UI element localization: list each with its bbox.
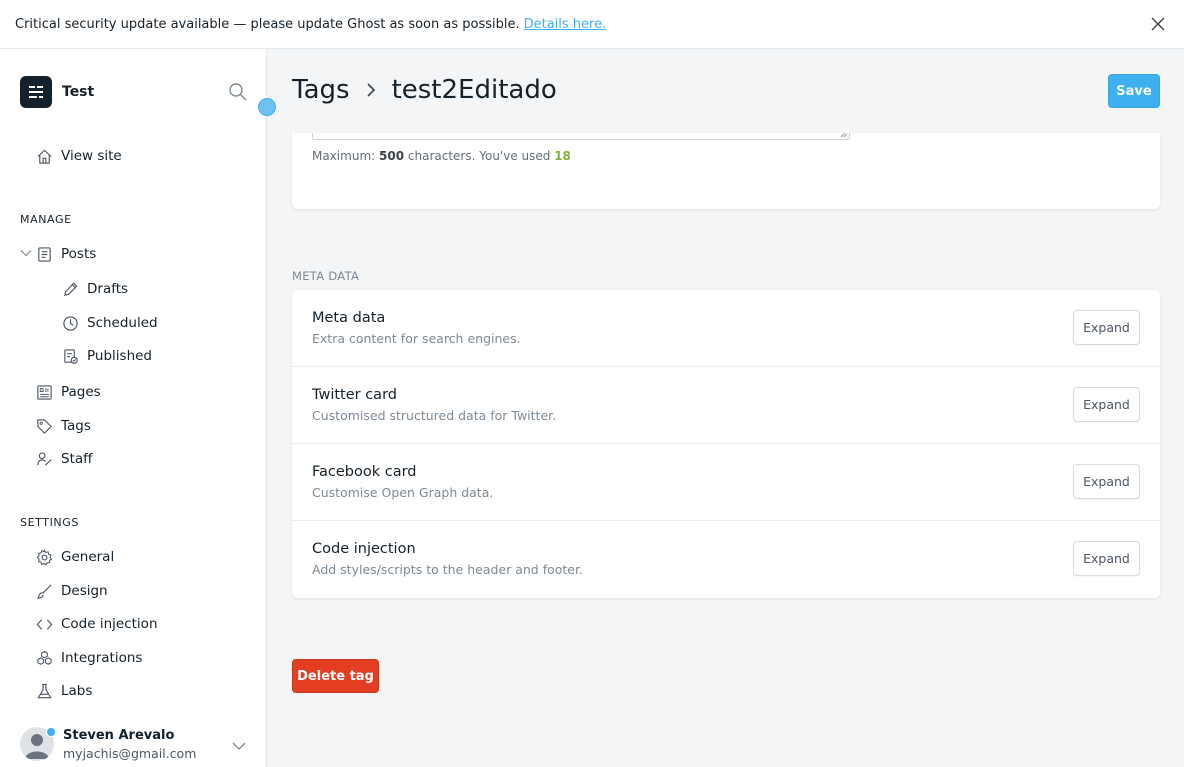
sidebar-item-general[interactable]: General xyxy=(35,548,114,566)
brand[interactable]: Test xyxy=(20,76,94,108)
expand-button[interactable]: Expand xyxy=(1073,310,1140,345)
tag-icon xyxy=(35,417,53,435)
char-used-prefix: characters. You've used xyxy=(407,149,551,163)
sidebar-item-posts[interactable]: Posts xyxy=(35,245,96,263)
sidebar-item-pages[interactable]: Pages xyxy=(35,383,101,401)
sidebar-item-label: View site xyxy=(61,148,122,164)
pencil-icon xyxy=(61,280,79,298)
row-title: Code injection xyxy=(312,541,416,557)
page-header: Tags test2Editado Save xyxy=(268,49,1184,133)
row-title: Facebook card xyxy=(312,464,417,480)
banner-message: Critical security update available — ple… xyxy=(15,16,520,32)
row-description: Customised structured data for Twitter. xyxy=(312,408,557,423)
site-name: Test xyxy=(62,84,95,100)
row-description: Extra content for search engines. xyxy=(312,331,521,346)
sidebar-item-tags[interactable]: Tags xyxy=(35,417,91,435)
meta-row-facebook-card: Facebook card Customise Open Graph data.… xyxy=(292,444,1160,521)
search-icon[interactable] xyxy=(228,82,248,102)
expand-button[interactable]: Expand xyxy=(1073,541,1140,576)
meta-row-twitter-card: Twitter card Customised structured data … xyxy=(292,367,1160,444)
sidebar-item-label: Drafts xyxy=(87,281,129,297)
sidebar-resize-handle[interactable] xyxy=(258,98,276,116)
user-email: myjachis@gmail.com xyxy=(63,745,197,761)
meta-section-label: META DATA xyxy=(292,269,360,283)
page-title: test2Editado xyxy=(391,75,557,105)
sidebar-item-published[interactable]: Published xyxy=(61,347,152,365)
sidebar-item-code-injection[interactable]: Code injection xyxy=(35,615,158,633)
sidebar-item-label: Labs xyxy=(61,683,93,699)
gear-icon xyxy=(35,548,53,566)
sidebar-item-drafts[interactable]: Drafts xyxy=(61,280,128,298)
row-description: Add styles/scripts to the header and foo… xyxy=(312,562,583,577)
posts-icon xyxy=(35,245,53,263)
breadcrumb: Tags test2Editado xyxy=(292,75,557,105)
integrations-icon xyxy=(35,649,53,667)
status-dot-icon xyxy=(46,727,56,737)
breadcrumb-tags[interactable]: Tags xyxy=(292,75,350,105)
expand-button[interactable]: Expand xyxy=(1073,387,1140,422)
sidebar-item-view-site[interactable]: View site xyxy=(35,147,122,165)
user-name: Steven Arevalo xyxy=(63,727,175,743)
flask-icon xyxy=(35,682,53,700)
chevron-down-icon[interactable] xyxy=(20,249,32,257)
banner-details-link[interactable]: Details here. xyxy=(524,17,607,32)
sidebar-item-staff[interactable]: Staff xyxy=(35,450,92,468)
char-used-value: 18 xyxy=(554,149,571,163)
meta-card: Meta data Extra content for search engin… xyxy=(292,290,1160,598)
sidebar-item-scheduled[interactable]: Scheduled xyxy=(61,314,158,332)
sidebar-item-label: Published xyxy=(87,348,152,364)
sidebar-item-label: Posts xyxy=(61,246,97,262)
published-icon xyxy=(61,347,79,365)
close-icon[interactable] xyxy=(1150,16,1166,32)
char-max-value: 500 xyxy=(379,149,405,163)
chevron-right-icon xyxy=(366,83,375,97)
meta-row-code-injection: Code injection Add styles/scripts to the… xyxy=(292,521,1160,598)
manage-section-label: MANAGE xyxy=(20,213,72,226)
sidebar-item-label: General xyxy=(61,549,115,565)
sidebar-item-labs[interactable]: Labs xyxy=(35,682,92,700)
sidebar-item-label: Integrations xyxy=(61,650,143,666)
row-title: Twitter card xyxy=(312,387,397,403)
row-description: Customise Open Graph data. xyxy=(312,485,494,500)
char-max-prefix: Maximum: xyxy=(312,149,376,163)
update-banner: Critical security update available — ple… xyxy=(0,0,1184,49)
sidebar-item-label: Scheduled xyxy=(87,315,158,331)
sidebar-item-label: Tags xyxy=(61,418,91,434)
clock-icon xyxy=(61,314,79,332)
staff-icon xyxy=(35,450,53,468)
expand-button[interactable]: Expand xyxy=(1073,464,1140,499)
save-button[interactable]: Save xyxy=(1108,74,1160,108)
home-icon xyxy=(35,147,53,165)
brush-icon xyxy=(35,582,53,600)
row-title: Meta data xyxy=(312,310,386,326)
chevron-down-icon[interactable] xyxy=(232,741,246,751)
settings-section-label: SETTINGS xyxy=(20,516,79,529)
sidebar-item-label: Pages xyxy=(61,384,101,400)
sidebar-item-label: Staff xyxy=(61,451,93,467)
meta-row-meta-data: Meta data Extra content for search engin… xyxy=(292,290,1160,367)
sidebar-item-integrations[interactable]: Integrations xyxy=(35,649,142,667)
sidebar-item-label: Design xyxy=(61,583,108,599)
sidebar: Test View site MANAGE Posts Drafts Sched… xyxy=(0,49,267,767)
code-icon xyxy=(35,615,53,633)
main-content: Maximum: 500 characters. You've used 18 … xyxy=(268,49,1184,767)
delete-tag-button[interactable]: Delete tag xyxy=(292,659,379,693)
pages-icon xyxy=(35,383,53,401)
user-menu[interactable]: Steven Arevalo myjachis@gmail.com xyxy=(20,727,196,761)
ghost-logo-icon xyxy=(20,76,52,108)
sidebar-item-design[interactable]: Design xyxy=(35,582,108,600)
sidebar-item-label: Code injection xyxy=(61,616,158,632)
char-count: Maximum: 500 characters. You've used 18 xyxy=(312,149,571,163)
